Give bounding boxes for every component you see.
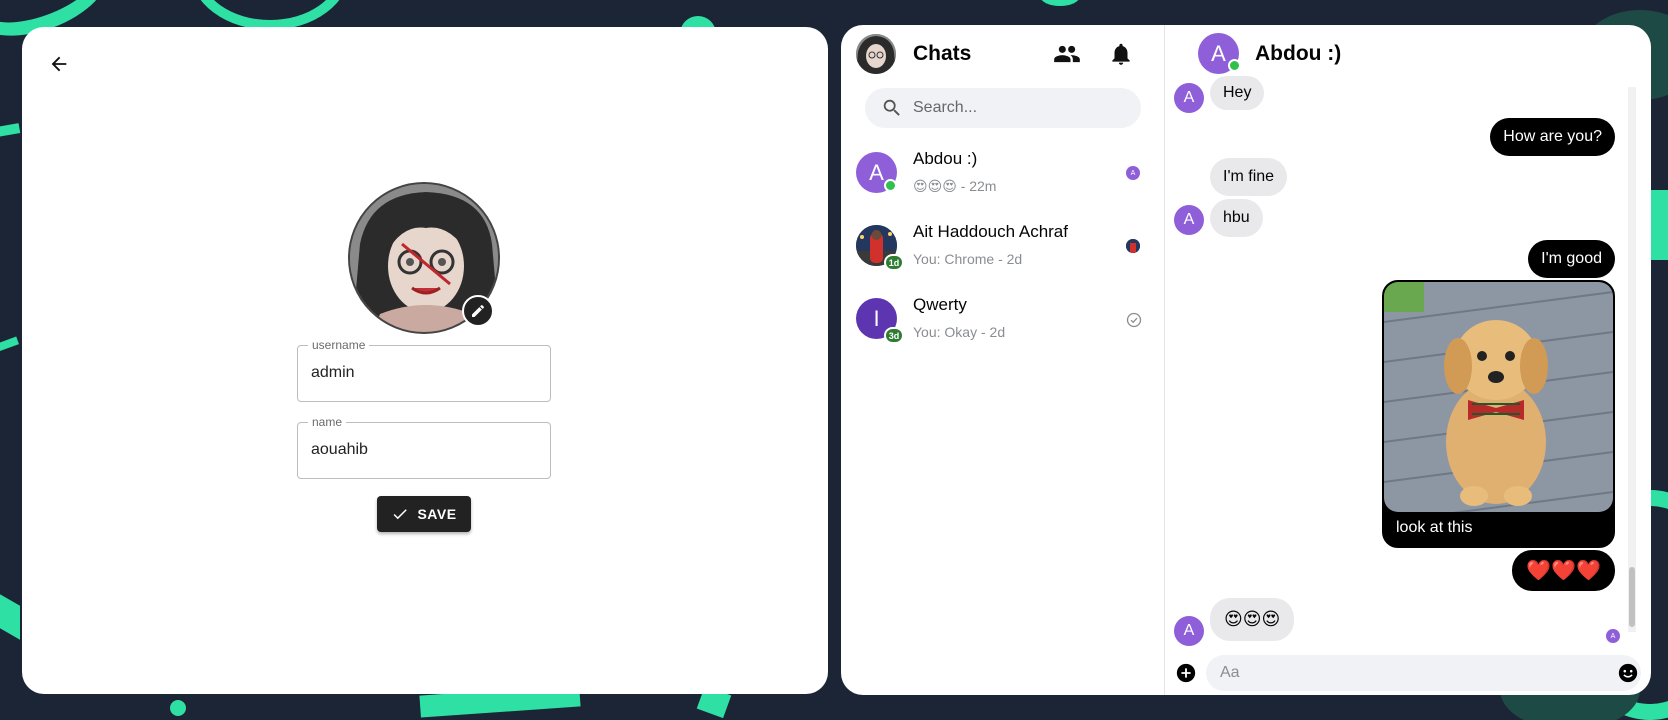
online-indicator (884, 179, 897, 192)
conversation-preview: 😍😍😍 - 22m (913, 178, 996, 195)
contact-name: Abdou :) (1255, 42, 1342, 65)
image-caption: look at this (1396, 519, 1473, 536)
last-active-badge: 1d (884, 254, 904, 271)
back-button[interactable] (42, 47, 76, 81)
preview-time: - 2d (998, 251, 1023, 267)
preview-text: You: Chrome (913, 251, 995, 267)
conversation-name: Ait Haddouch Achraf (913, 222, 1068, 241)
save-button[interactable]: SAVE (377, 496, 471, 532)
name-input[interactable] (311, 441, 531, 459)
username-label: username (308, 338, 370, 352)
arrow-left-icon (51, 56, 67, 72)
message-composer (1206, 655, 1641, 691)
bell-icon (1112, 43, 1130, 65)
search-bar (865, 88, 1141, 128)
pencil-icon (472, 304, 485, 317)
conversation-preview: You: Okay - 2d (913, 324, 1005, 340)
conversation-item[interactable]: 1d Ait Haddouch Achraf You: Chrome - 2d (841, 214, 1165, 284)
message-avatar: A (1174, 83, 1204, 113)
bg-decoration (190, 0, 350, 30)
last-active-badge: 3d (884, 327, 904, 344)
bg-decoration (0, 594, 20, 640)
add-attachment-button[interactable] (1175, 662, 1197, 684)
conversation-name: Qwerty (913, 295, 967, 314)
user-avatar[interactable] (856, 34, 896, 74)
notifications-button[interactable] (1105, 38, 1137, 70)
online-indicator (1228, 59, 1241, 72)
username-input[interactable] (311, 364, 531, 382)
name-field: name (297, 415, 551, 479)
message-input[interactable] (1220, 664, 1590, 682)
messenger-card: Chats A Abdou :) 😍😍😍 - 22m A (841, 25, 1651, 695)
message-bubble-incoming: Hey (1210, 76, 1265, 110)
chat-sidebar: Chats A Abdou :) 😍😍😍 - 22m A (841, 25, 1165, 695)
search-input[interactable] (913, 99, 1113, 117)
emoji-button[interactable] (1617, 662, 1639, 684)
bg-decoration (1040, 0, 1080, 6)
search-icon (883, 99, 900, 116)
chats-title: Chats (913, 42, 972, 65)
preview-text: 😍😍😍 (913, 178, 957, 194)
seen-avatar: A (1126, 166, 1140, 180)
save-label: SAVE (417, 506, 457, 522)
name-label: name (308, 415, 347, 429)
image-message[interactable]: look at this (1382, 280, 1615, 548)
conversation-item[interactable]: I 3d Qwerty You: Okay - 2d (841, 287, 1165, 357)
bg-decoration (0, 336, 19, 372)
preview-time: - 22m (960, 178, 997, 194)
message-bubble-outgoing: I'm good (1528, 240, 1615, 278)
message-bubble-outgoing: How are you? (1490, 118, 1615, 156)
delivered-check-icon (1126, 312, 1142, 328)
plus-circle-icon (1176, 663, 1196, 683)
message-bubble-outgoing: ❤️❤️❤️ (1512, 550, 1615, 591)
bg-decoration (0, 123, 21, 147)
edit-avatar-button[interactable] (462, 295, 494, 327)
seen-avatar: A (1606, 629, 1620, 643)
conversation-name: Abdou :) (913, 149, 978, 168)
chat-panel: A Abdou :) A Hey How are you? I'm fine A… (1166, 25, 1651, 695)
seen-avatar (1126, 239, 1140, 253)
messages-scrollbar[interactable] (1628, 87, 1636, 632)
message-avatar: A (1174, 205, 1204, 235)
message-bubble-incoming: 😍😍😍 (1210, 598, 1295, 641)
conversation-preview: You: Chrome - 2d (913, 251, 1022, 267)
preview-text: You: Okay (913, 324, 978, 340)
people-icon (1054, 45, 1080, 63)
profile-card: username name SAVE (22, 27, 828, 694)
avatar-image (856, 34, 896, 74)
puppy-image (1384, 282, 1613, 512)
friends-button[interactable] (1051, 38, 1083, 70)
message-bubble-incoming: hbu (1210, 199, 1263, 237)
username-field: username (297, 338, 551, 402)
check-icon (394, 509, 408, 520)
scrollbar-thumb[interactable] (1629, 567, 1635, 627)
smiley-icon (1618, 663, 1638, 683)
conversation-item[interactable]: A Abdou :) 😍😍😍 - 22m A (841, 141, 1165, 211)
message-avatar: A (1174, 616, 1204, 646)
bg-decoration (170, 700, 186, 716)
preview-time: - 2d (980, 324, 1006, 340)
message-bubble-incoming: I'm fine (1210, 158, 1288, 196)
